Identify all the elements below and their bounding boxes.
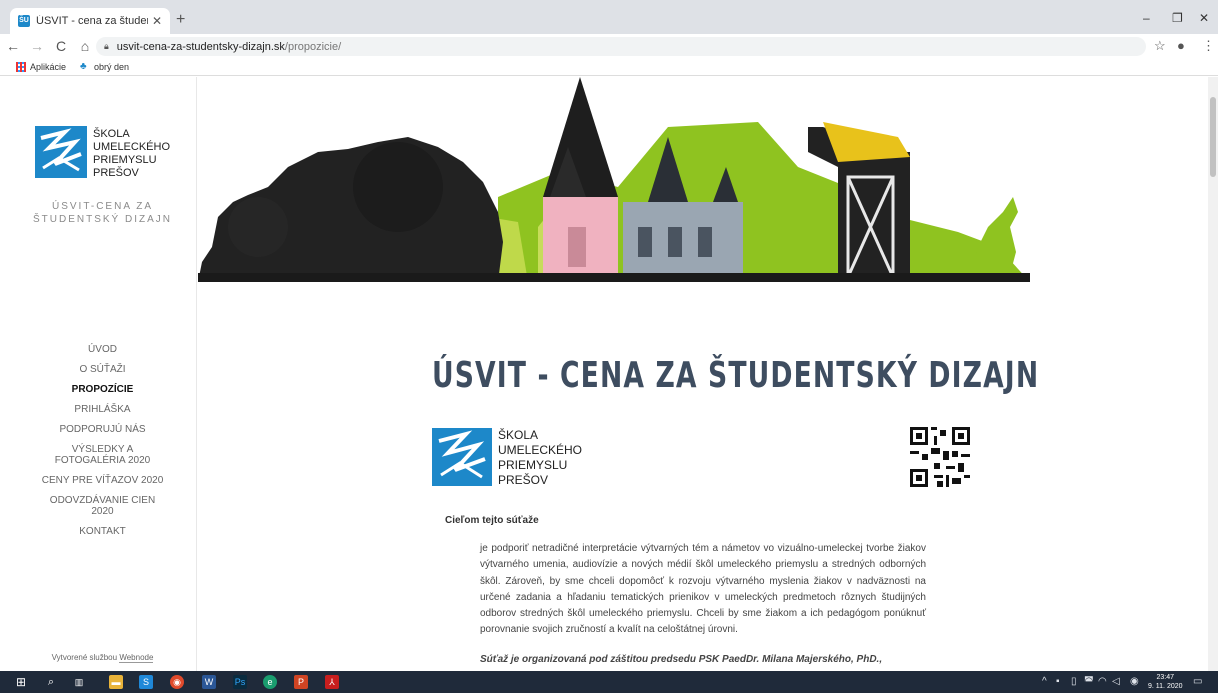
nav-item-uvod[interactable]: ÚVOD <box>8 344 197 355</box>
url-path: /propozicie/ <box>284 40 342 53</box>
clock-time: 23:47 <box>1156 674 1175 681</box>
bookmark-item[interactable]: obrý den <box>94 62 129 72</box>
school-logo-large: ŠKOLA UMELECKÉHO PRIEMYSLU PREŠOV <box>432 427 582 487</box>
svg-text:ŠKOLA: ŠKOLA <box>93 127 130 140</box>
url-host: usvit-cena-za-studentsky-dizajn.sk <box>116 40 285 53</box>
profile-icon[interactable]: ● <box>1177 38 1185 53</box>
browser-tab[interactable]: ŠU ÚSVIT - cena za študentský dizaj ✕ <box>10 8 170 34</box>
maximize-icon[interactable]: ❐ <box>1172 11 1183 25</box>
svg-text:ŠKOLA: ŠKOLA <box>498 427 538 442</box>
sidebar: ŠKOLA UMELECKÉHO PRIEMYSLU PREŠOV ÚSVIT-… <box>8 77 197 671</box>
tab-title: ÚSVIT - cena za študentský dizaj <box>36 15 148 27</box>
nav-item-podporuju-nas[interactable]: PODPORUJÚ NÁS <box>8 424 197 435</box>
skype-icon[interactable]: S <box>139 675 153 689</box>
new-tab-icon[interactable]: + <box>176 12 185 28</box>
lock-icon: 🔒︎ <box>104 41 109 51</box>
clock-date: 9. 11. 2020 <box>1148 683 1183 690</box>
task-view-icon[interactable]: ▥ <box>72 675 86 689</box>
nav-item-vysledky[interactable]: VÝSLEDKY A FOTOGALÉRIA 2020 <box>8 444 197 466</box>
tray-app-icon[interactable]: ▪ <box>1056 676 1060 687</box>
site-name: ÚSVIT-CENA ZA ŠTUDENTSKÝ DIZAJN <box>32 201 172 225</box>
scrollbar-thumb[interactable] <box>1210 97 1216 177</box>
windows-start-icon[interactable]: ⊞ <box>14 675 28 689</box>
site-favicon-icon: ŠU <box>18 15 30 27</box>
tab-bar: ŠU ÚSVIT - cena za študentský dizaj ✕ + … <box>0 0 1218 34</box>
intro-heading: Cieľom tejto súťaže <box>445 515 539 526</box>
bookmark-apps[interactable]: Aplikácie <box>30 62 66 72</box>
chrome-tray-icon[interactable]: ◉ <box>1130 676 1139 687</box>
back-icon[interactable]: ← <box>2 38 24 54</box>
word-icon[interactable]: W <box>202 675 216 689</box>
bookmark-site-icon: ♣ <box>80 60 87 72</box>
address-bar[interactable]: 🔒︎ usvit-cena-za-studentsky-dizajn.sk/pr… <box>96 37 1146 56</box>
forward-icon[interactable]: → <box>26 38 48 54</box>
photoshop-icon[interactable]: Ps <box>233 675 247 689</box>
svg-text:PREŠOV: PREŠOV <box>498 472 548 487</box>
chrome-icon[interactable]: ◉ <box>170 675 184 689</box>
search-icon[interactable]: ⌕ <box>44 675 58 689</box>
school-logo[interactable]: ŠKOLA UMELECKÉHO PRIEMYSLU PREŠOV <box>35 124 175 185</box>
page-scrollbar[interactable] <box>1208 77 1218 671</box>
svg-text:PREŠOV: PREŠOV <box>93 166 140 179</box>
nav-item-ceny[interactable]: CENY PRE VÍŤAZOV 2020 <box>8 475 197 486</box>
webnode-credit: Vytvorené službou Webnode <box>51 653 154 663</box>
school-logo-icon: ŠKOLA UMELECKÉHO PRIEMYSLU PREŠOV <box>35 126 170 179</box>
wifi-icon[interactable]: ◠ <box>1098 676 1107 687</box>
close-tab-icon[interactable]: ✕ <box>152 14 162 28</box>
qr-code-icon <box>910 427 970 487</box>
notifications-icon[interactable]: ▭ <box>1193 676 1202 687</box>
svg-text:UMELECKÉHO: UMELECKÉHO <box>498 442 582 457</box>
svg-text:PRIEMYSLU: PRIEMYSLU <box>93 154 157 166</box>
nav-item-prihlaska[interactable]: PRIHLÁŠKA <box>8 404 197 415</box>
battery-icon[interactable]: ▯ <box>1071 676 1077 687</box>
nav-item-odovzdavanie[interactable]: ODOVZDÁVANIE CIEN 2020 <box>8 495 197 517</box>
svg-text:PRIEMYSLU: PRIEMYSLU <box>498 458 567 472</box>
minimize-icon[interactable]: – <box>1143 11 1150 25</box>
webnode-link[interactable]: Webnode <box>119 653 154 663</box>
svg-text:UMELECKÉHO: UMELECKÉHO <box>93 140 170 153</box>
file-explorer-icon[interactable]: ▬ <box>109 675 123 689</box>
volume-icon[interactable]: ◁ <box>1112 676 1120 687</box>
nav-item-o-sutazi[interactable]: O SÚŤAŽI <box>8 364 197 375</box>
bookmarks-bar: Aplikácie ♣ obrý den <box>0 58 1218 76</box>
intro-paragraph: je podporiť netradičné interpretácie výt… <box>480 543 926 636</box>
tray-chevron-icon[interactable]: ^ <box>1042 676 1047 687</box>
network-icon[interactable]: ◚ <box>1084 676 1094 687</box>
edge-icon[interactable]: e <box>263 675 277 689</box>
windows-taskbar: ⊞ ⌕ ▥ ▬ S ◉ W Ps e P ⅄ ^ ▪ ▯ ◚ ◠ ◁ ◉ 23:… <box>0 671 1218 693</box>
reload-icon[interactable]: C <box>50 38 72 54</box>
taskbar-clock[interactable]: 23:47 9. 11. 2020 <box>1148 673 1183 691</box>
home-icon[interactable]: ⌂ <box>74 38 96 54</box>
close-window-icon[interactable]: ✕ <box>1199 11 1209 25</box>
page-title: ÚSVIT - CENA ZA ŠTUDENTSKÝ DIZAJN <box>432 355 1040 396</box>
acrobat-icon[interactable]: ⅄ <box>325 675 339 689</box>
main-nav: ÚVOD O SÚŤAŽI PROPOZÍCIE PRIHLÁŠKA PODPO… <box>8 344 197 546</box>
nav-item-propozicie[interactable]: PROPOZÍCIE <box>8 384 197 395</box>
apps-grid-icon <box>16 61 26 72</box>
patronage-paragraph: Súťaž je organizovaná pod záštitou preds… <box>480 654 883 665</box>
bookmark-star-icon[interactable]: ☆ <box>1154 38 1166 54</box>
nav-item-kontakt[interactable]: KONTAKT <box>8 526 197 537</box>
powerpoint-icon[interactable]: P <box>294 675 308 689</box>
menu-kebab-icon[interactable]: ⋮ <box>1202 38 1215 54</box>
header-banner-image <box>198 77 1030 282</box>
